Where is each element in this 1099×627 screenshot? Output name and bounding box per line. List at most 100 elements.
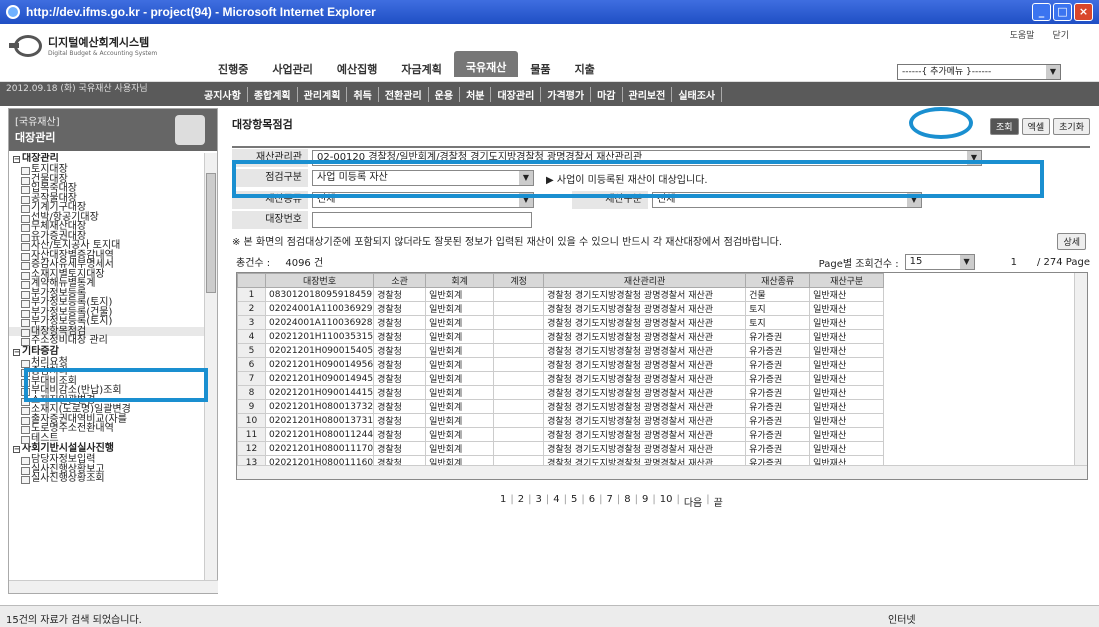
column-header[interactable]: 대장번호 [264, 273, 375, 288]
page-link[interactable]: 1 [500, 494, 506, 509]
status-text: 15건의 자료가 검색 되었습니다. [6, 615, 142, 626]
scrollbar-thumb[interactable] [206, 173, 216, 293]
page-current[interactable]: 1 [1011, 257, 1017, 268]
page-link[interactable]: 5 [571, 494, 577, 509]
table-row[interactable]: 3 02024001A110036928 경찰청 일반회계 경찰청 경기도지방경찰청 광… [237, 315, 885, 330]
subnav-item[interactable]: 전환관리 [379, 87, 429, 102]
highlight-box-sidebar [24, 368, 208, 402]
subnav-item[interactable]: 대장관리 [491, 87, 542, 102]
column-header[interactable] [237, 273, 266, 288]
page-link[interactable]: 10 [660, 494, 673, 509]
subnav-item[interactable]: 관리보전 [623, 87, 673, 102]
page-separator: | [676, 494, 680, 505]
table-cell: 7 [237, 371, 266, 386]
total-label: 총건수 : [236, 258, 271, 269]
subnav-item[interactable]: 마감 [591, 87, 623, 102]
page-link[interactable]: 7 [607, 494, 613, 509]
total-value: 4096 건 [285, 258, 324, 269]
table-cell: 유가증권 [745, 343, 811, 358]
table-cell: 5 [237, 343, 266, 358]
logo[interactable]: 디지털예산회계시스템 Digital Budget & Accounting S… [9, 34, 157, 57]
detail-button[interactable]: 상세 [1057, 233, 1086, 250]
table-row[interactable]: 5 02021201H090015405 경찰청 일반회계 경찰청 경기도지방경찰청 광… [237, 343, 885, 358]
subnav-item[interactable]: 운용 [429, 87, 461, 102]
page-link[interactable]: 4 [553, 494, 559, 509]
collapse-icon[interactable]: − [13, 348, 20, 356]
subnav-item[interactable]: 종합계획 [248, 87, 298, 102]
table-row[interactable]: 1 0830120180959184​59 경찰청 일반회계 경찰청 경기도지방경찰청 … [237, 287, 885, 302]
results-table: 대장번호 소관 회계 계정 재산관리관 재산종류 재산구분 1 083012018095918… [237, 273, 885, 479]
table-cell: 경찰청 경기도지방경찰청 광명경찰서 재산관 [543, 315, 747, 330]
table-cell: 일반재산 [809, 315, 885, 330]
sidebar-scrollbar[interactable] [204, 153, 217, 581]
nav-expenditure[interactable]: 지출 [563, 59, 607, 79]
grid-vscrollbar[interactable] [1074, 273, 1087, 465]
tree-item[interactable]: 주소정비대장 관리 [9, 336, 205, 346]
grid-hscrollbar[interactable] [237, 465, 1087, 479]
column-header[interactable]: 계정 [493, 273, 545, 288]
subnav-item[interactable]: 취득 [347, 87, 379, 102]
column-header[interactable]: 재산종류 [745, 273, 811, 288]
nav-funds[interactable]: 자금계획 [389, 59, 453, 79]
tree-item[interactable]: 테스트 [9, 433, 205, 443]
table-row[interactable]: 4 02021201H110035315 경찰청 일반회계 경찰청 경기도지방경찰청 광… [237, 329, 885, 344]
per-page-label: Page별 조회건수 : [818, 258, 899, 270]
excel-button[interactable]: 엑셀 [1021, 118, 1051, 135]
nav-in-progress[interactable]: 진행중 [206, 59, 260, 79]
table-cell: 일반회계 [425, 329, 495, 344]
column-header[interactable]: 회계 [425, 273, 495, 288]
page-link[interactable]: 끝 [714, 494, 723, 509]
maximize-button[interactable]: □ [1053, 3, 1072, 21]
table-row[interactable]: 9 02021201H080013732 경찰청 일반회계 경찰청 경기도지방경찰청 광… [237, 399, 885, 414]
table-row[interactable]: 12 02021201H080011170 경찰청 일반회계 경찰청 경기도지방경찰청 … [237, 441, 885, 456]
search-button[interactable]: 조회 [990, 118, 1019, 135]
subnav-item[interactable]: 공지사항 [198, 87, 248, 102]
page-link[interactable]: 2 [518, 494, 524, 509]
per-page-value: 15 [909, 256, 923, 267]
nav-budget[interactable]: 예산집행 [325, 59, 389, 79]
table-row[interactable]: 10 02021201H080013731 경찰청 일반회계 경찰청 경기도지방경찰청 … [237, 413, 885, 428]
subnav-item[interactable]: 처분 [460, 87, 492, 102]
results-grid: 대장번호 소관 회계 계정 재산관리관 재산종류 재산구분 1 083012018095918… [236, 272, 1088, 480]
page-link[interactable]: 9 [642, 494, 648, 509]
subnav-item[interactable]: 관리계획 [298, 87, 348, 102]
sidebar-hscrollbar[interactable] [9, 580, 218, 593]
favorites-select[interactable]: ------{ 추가메뉴 }------ ▼ [897, 64, 1061, 80]
column-header[interactable]: 소관 [373, 273, 427, 288]
collapse-icon[interactable]: − [13, 446, 20, 453]
help-link[interactable]: 도움말 [1010, 28, 1035, 41]
user-info: 2012.09.18 (화) 국유재산 사용자님 [6, 84, 148, 94]
table-row[interactable]: 8 02021201H090014415 경찰청 일반회계 경찰청 경기도지방경찰청 광… [237, 385, 885, 400]
ledger-no-input[interactable] [312, 212, 532, 228]
nav-state-property[interactable]: 국유재산 [453, 51, 519, 77]
collapse-icon[interactable]: − [13, 156, 20, 163]
page-separator: | [581, 494, 585, 505]
table-row[interactable]: 11 02021201H080011244 경찰청 일반회계 경찰청 경기도지방경찰청 … [237, 427, 885, 442]
tree-item[interactable]: 실사진행상황조회 [9, 474, 205, 484]
page-link[interactable]: 6 [589, 494, 595, 509]
table-cell: 일반회계 [425, 427, 495, 442]
table-row[interactable]: 2 02024001A110036929 경찰청 일반회계 경찰청 경기도지방경찰청 광… [237, 301, 885, 316]
nav-project[interactable]: 사업관리 [260, 59, 324, 79]
tree-group[interactable]: − 기타증감 [9, 346, 205, 358]
reset-button[interactable]: 초기화 [1053, 118, 1090, 135]
table-row[interactable]: 6 02021201H090014956 경찰청 일반회계 경찰청 경기도지방경찰청 광… [237, 357, 885, 372]
subnav-item[interactable]: 실태조사 [672, 87, 723, 102]
table-cell: 6 [237, 357, 266, 372]
close-button[interactable]: × [1074, 3, 1093, 21]
page-link[interactable]: 8 [624, 494, 630, 509]
close-link[interactable]: 닫기 [1052, 28, 1069, 41]
sidebar-illustration-icon [175, 115, 205, 145]
nav-goods[interactable]: 물품 [518, 59, 562, 79]
per-page-select[interactable]: 15 ▼ [904, 254, 975, 270]
table-row[interactable]: 7 02021201H090014945 경찰청 일반회계 경찰청 경기도지방경찰청 광… [237, 371, 885, 386]
table-cell: 일반회계 [425, 371, 495, 386]
table-cell: 유가증권 [745, 385, 811, 400]
subnav-item[interactable]: 가격평가 [541, 87, 592, 102]
page-link[interactable]: 3 [536, 494, 542, 509]
table-cell: 일반회계 [425, 399, 495, 414]
column-header[interactable]: 재산구분 [809, 273, 885, 288]
minimize-button[interactable]: _ [1032, 3, 1051, 21]
column-header[interactable]: 재산관리관 [543, 273, 747, 288]
page-link[interactable]: 다음 [684, 494, 702, 509]
